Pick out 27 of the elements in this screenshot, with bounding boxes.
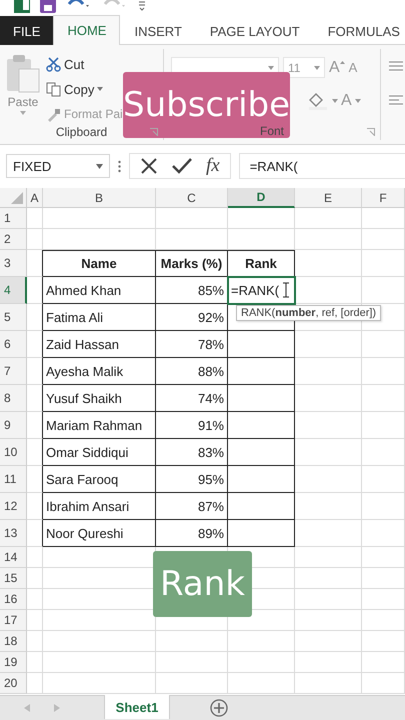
column-heading: Name	[81, 256, 117, 271]
table-cell: Noor Qureshi	[46, 526, 124, 540]
column-heading: Marks (%)	[160, 256, 222, 271]
function-tooltip: RANK(number, ref, [order])	[236, 305, 382, 321]
caption-overlay: Rank	[153, 551, 252, 617]
table-cell: 87%	[198, 498, 224, 514]
table-cell: 89%	[198, 526, 224, 540]
table-cell: 74%	[198, 390, 224, 406]
table-cell: 91%	[198, 418, 224, 432]
table-cell: 88%	[198, 364, 224, 378]
table-cell: 78%	[198, 336, 224, 352]
column-heading: Rank	[245, 256, 277, 271]
table-cell: Ahmed Khan	[46, 282, 122, 298]
table-cell: Fatima Ali	[46, 310, 104, 324]
table-cell: Sara Farooq	[46, 472, 118, 486]
table-cell: Ayesha Malik	[46, 364, 124, 378]
table-cell: Zaid Hassan	[46, 336, 119, 352]
table-cell: 92%	[198, 310, 224, 324]
table-cell: 83%	[198, 444, 224, 460]
table-cell: Yusuf Shaikh	[46, 390, 122, 406]
table-cell: 85%	[198, 282, 224, 298]
table-cell: Ibrahim Ansari	[46, 498, 130, 514]
table-cell: Omar Siddiqui	[46, 444, 128, 460]
group-label: Font	[260, 124, 284, 138]
table-cell: Mariam Rahman	[46, 418, 142, 432]
group-label: Clipboard	[56, 125, 108, 139]
table-cell: 95%	[198, 472, 224, 486]
